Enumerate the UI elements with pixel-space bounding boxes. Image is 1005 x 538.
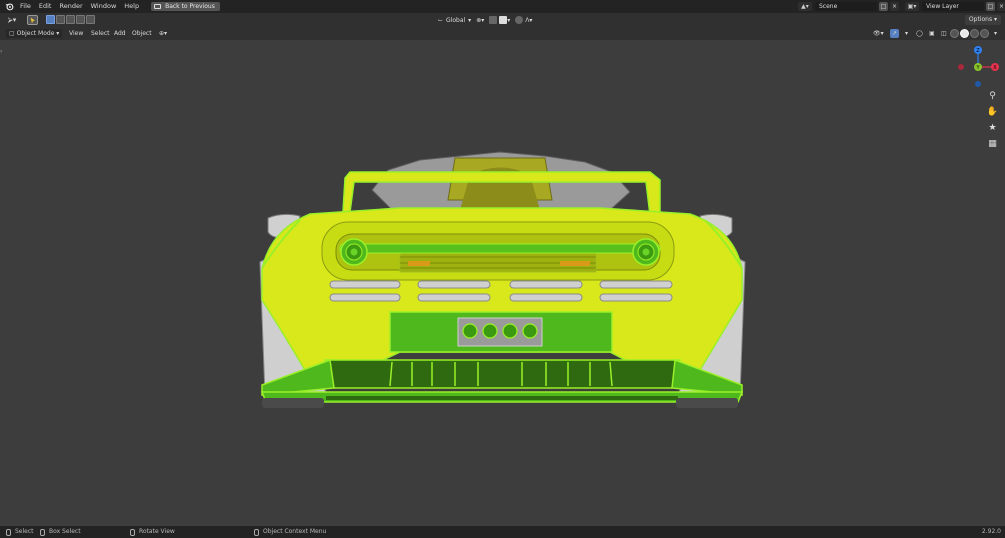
menu-file[interactable]: File: [16, 0, 35, 13]
object-mode-label: Object Mode: [16, 30, 55, 37]
pivot-point-icon[interactable]: ⊗▾: [476, 17, 484, 24]
status-box-select: Box Select: [40, 526, 81, 538]
shading-mode-group: [950, 29, 990, 38]
transform-tools: ⌙ Global ▾ ⊗▾ ▾ Λ▾: [438, 15, 537, 25]
gizmo-neg-x-axis: [958, 64, 964, 70]
gizmo-toggle-icon[interactable]: ↗: [890, 29, 900, 38]
visibility-icon[interactable]: 👁▾: [870, 29, 887, 38]
select-difference-icon[interactable]: [76, 15, 85, 24]
status-context-menu: Object Context Menu: [254, 526, 326, 538]
menu-object[interactable]: Object: [129, 29, 155, 38]
scene-selector: ▲▾ Scene □ × ▣▾ View Layer □ ×: [798, 2, 1005, 11]
overlay-dropdown-icon[interactable]: ▣: [926, 29, 938, 38]
editor-type-icon[interactable]: ⮚▾: [5, 15, 19, 25]
back-to-previous-label: Back to Previous: [165, 3, 215, 10]
gizmo-z-label: Z: [976, 48, 980, 54]
orthographic-grid-icon[interactable]: ▦: [986, 137, 999, 150]
orientation-dropdown[interactable]: ⌙ Global ▾: [438, 17, 471, 24]
axis-icon: ⌙: [438, 16, 444, 24]
pan-hand-icon[interactable]: ✋: [986, 105, 999, 118]
rendered-shading-icon[interactable]: [980, 29, 989, 38]
overlay-toggle-icon[interactable]: ◯: [913, 29, 926, 38]
options-label: Options: [968, 16, 993, 23]
gizmo-x-label: X: [993, 65, 997, 71]
delete-view-layer-icon[interactable]: ×: [997, 2, 1005, 11]
delete-scene-icon[interactable]: ×: [890, 2, 899, 11]
navigation-gizmo[interactable]: Z Y X: [955, 44, 1001, 90]
blender-logo-icon[interactable]: [2, 0, 16, 13]
scene-field[interactable]: Scene: [815, 2, 877, 11]
new-scene-icon[interactable]: □: [879, 2, 888, 11]
select-new-icon[interactable]: [46, 15, 55, 24]
snap-icon[interactable]: ▾: [489, 16, 510, 24]
selection-mode-group: [46, 15, 96, 24]
3d-viewport[interactable]: Z Y X ⚲ ✋ ★ ▦ ›: [0, 40, 1005, 526]
view-layer-icon[interactable]: ▣▾: [905, 2, 919, 11]
orientation-label: Global: [446, 16, 466, 24]
viewport-header: ▢ Object Mode ▾ View Select Add Object ⊕…: [0, 27, 1005, 40]
toolbar-collapse-arrow[interactable]: ›: [0, 48, 2, 55]
tool-settings-header: ⮚▾ ⌙ Global ▾ ⊗▾ ▾ Λ▾ Options ▾: [0, 13, 1005, 27]
new-view-layer-icon[interactable]: □: [986, 2, 995, 11]
xray-toggle-icon[interactable]: ◫: [938, 29, 950, 38]
menu-select[interactable]: Select: [88, 29, 113, 38]
material-shading-icon[interactable]: [970, 29, 979, 38]
view-layer-field[interactable]: View Layer: [922, 2, 984, 11]
screen-icon: [154, 4, 162, 9]
mouse-right-icon: [254, 528, 259, 536]
select-intersect-icon[interactable]: [86, 15, 95, 24]
chevron-down-icon: ▾: [468, 16, 472, 24]
status-select: Select: [6, 526, 34, 538]
options-button[interactable]: Options ▾: [964, 15, 1001, 25]
menu-window[interactable]: Window: [87, 0, 121, 13]
object-mode-icon: ▢: [9, 30, 15, 37]
back-to-previous-button[interactable]: Back to Previous: [151, 2, 220, 11]
menu-edit[interactable]: Edit: [35, 0, 56, 13]
status-box-select-label: Box Select: [49, 528, 81, 535]
transform-affect-icon[interactable]: ⊕▾: [156, 29, 170, 38]
status-rotate-view: Rotate View: [130, 526, 175, 538]
camera-view-icon[interactable]: ★: [986, 121, 999, 134]
gizmo-dropdown-icon[interactable]: ▾: [902, 29, 911, 38]
mouse-middle-icon: [130, 528, 135, 536]
wireframe-shading-icon[interactable]: [950, 29, 959, 38]
status-select-label: Select: [15, 528, 34, 535]
menu-render[interactable]: Render: [55, 0, 86, 13]
zoom-icon[interactable]: ⚲: [986, 89, 999, 102]
version-label: 2.92.0: [981, 528, 1001, 535]
mouse-left-icon: [6, 528, 11, 536]
top-menu-bar: File Edit Render Window Help Back to Pre…: [0, 0, 1005, 13]
menu-view[interactable]: View: [66, 29, 86, 38]
select-extend-icon[interactable]: [56, 15, 65, 24]
solid-shading-icon[interactable]: [960, 29, 969, 38]
scene-icon[interactable]: ▲▾: [798, 2, 812, 11]
status-rotate-view-label: Rotate View: [139, 528, 175, 535]
status-bar: Select Box Select Rotate View Object Con…: [0, 526, 1005, 538]
menu-add[interactable]: Add: [111, 29, 129, 38]
gizmo-neg-z-axis: [975, 81, 981, 87]
shading-dropdown-icon[interactable]: ▾: [991, 29, 1000, 38]
menu-help[interactable]: Help: [120, 0, 143, 13]
status-context-menu-label: Object Context Menu: [263, 528, 327, 535]
object-mode-dropdown[interactable]: ▢ Object Mode ▾: [6, 29, 63, 38]
select-tool-icon[interactable]: [27, 15, 38, 25]
select-subtract-icon[interactable]: [66, 15, 75, 24]
proportional-edit-icon[interactable]: Λ▾: [515, 16, 532, 24]
mouse-drag-icon: [40, 528, 45, 536]
car-model-render: [259, 151, 746, 408]
